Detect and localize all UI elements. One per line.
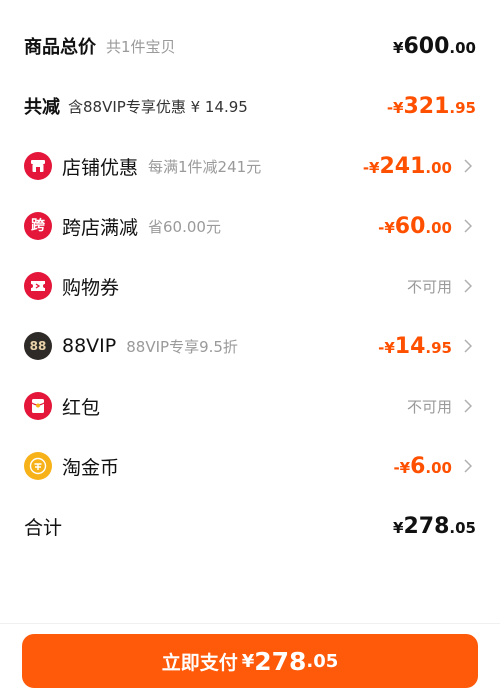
subtotal-value: ¥278.05 xyxy=(393,513,476,539)
store-discount-value: -¥ 241.00 xyxy=(362,153,452,179)
total-reduce-row: 共减 含88VIP专享优惠 ¥ 14.95 -¥ 321.95 xyxy=(0,86,500,126)
cross-store-discount-value: -¥ 60.00 xyxy=(378,213,452,239)
cross-store-icon: 跨 xyxy=(24,212,52,240)
total-reduce-value: -¥ 321.95 xyxy=(386,93,476,119)
pay-amount-dec: .05 xyxy=(306,650,339,672)
coupon-status: 不可用 xyxy=(406,277,452,296)
store-discount-note: 每满1件减241元 xyxy=(148,157,262,176)
vip-discount-value: -¥ 14.95 xyxy=(378,333,452,359)
red-packet-row[interactable]: 红包 不可用 xyxy=(0,386,500,426)
vip-note: 88VIP专享9.5折 xyxy=(126,337,238,356)
gold-coin-value: -¥ 6.00 xyxy=(393,453,452,479)
red-packet-label: 红包 xyxy=(62,396,101,419)
item-count-note: 共1件宝贝 xyxy=(106,37,176,56)
vip-label: 88VIP xyxy=(62,335,117,357)
vip-row[interactable]: 88 88VIP 88VIP专享9.5折 -¥ 14.95 xyxy=(0,326,500,366)
cross-store-discount-row[interactable]: 跨 跨店满减 省60.00元 -¥ 60.00 xyxy=(0,206,500,246)
coupon-row[interactable]: 购物券 不可用 xyxy=(0,266,500,306)
order-summary-page: 商品总价 共1件宝贝 ¥600.00 共减 含88VIP专享优惠 ¥ 14.95… xyxy=(0,0,500,699)
chevron-right-icon xyxy=(460,398,476,414)
gold-coin-row[interactable]: 淘金币 -¥ 6.00 xyxy=(0,446,500,486)
reduce-note: 含88VIP专享优惠 ¥ 14.95 xyxy=(68,97,248,116)
cross-store-discount-label: 跨店满减 xyxy=(62,216,139,239)
subtotal-label: 合计 xyxy=(24,516,63,539)
store-discount-row[interactable]: 店铺优惠 每满1件减241元 -¥ 241.00 xyxy=(0,146,500,186)
gold-coin-label: 淘金币 xyxy=(62,456,120,479)
cross-store-discount-note: 省60.00元 xyxy=(148,217,221,236)
gold-coin-icon xyxy=(24,452,52,480)
chevron-right-icon xyxy=(460,278,476,294)
red-packet-status: 不可用 xyxy=(406,397,452,416)
vip-icon: 88 xyxy=(24,332,52,360)
total-price-row: 商品总价 共1件宝贝 ¥600.00 xyxy=(0,26,500,66)
pay-amount-int: 278 xyxy=(254,646,307,676)
subtotal-row: 合计 ¥278.05 xyxy=(0,506,500,546)
total-price-value: ¥600.00 xyxy=(393,33,476,59)
chevron-right-icon xyxy=(460,458,476,474)
coupon-label: 购物券 xyxy=(62,276,120,299)
total-reduce-label: 共减 xyxy=(24,97,60,118)
total-price-label: 商品总价 xyxy=(24,37,96,58)
chevron-right-icon xyxy=(460,158,476,174)
pay-currency: ¥ xyxy=(241,650,255,672)
coupon-icon xyxy=(24,272,52,300)
red-packet-icon xyxy=(24,392,52,420)
pay-now-button[interactable]: 立即支付 ¥ 278 .05 xyxy=(22,634,478,688)
pay-now-label: 立即支付 xyxy=(161,651,238,674)
chevron-right-icon xyxy=(460,338,476,354)
store-icon xyxy=(24,152,52,180)
chevron-right-icon xyxy=(460,218,476,234)
store-discount-label: 店铺优惠 xyxy=(62,156,139,179)
